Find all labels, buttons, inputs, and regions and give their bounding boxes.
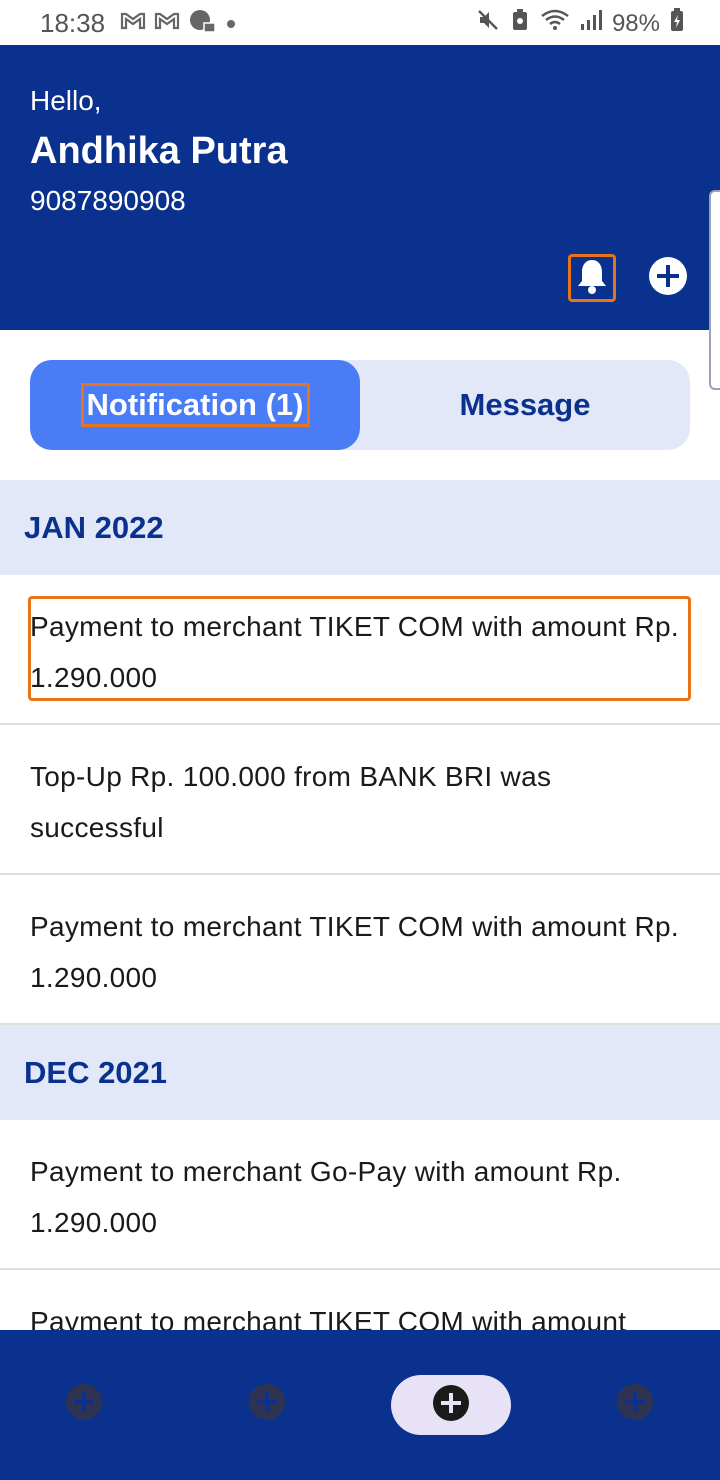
plus-circle-icon [648, 256, 688, 301]
notification-text: Payment to merchant TIKET COM with amoun… [30, 911, 679, 993]
notification-item[interactable]: Top-Up Rp. 100.000 from BANK BRI was suc… [0, 725, 720, 875]
battery-saver-icon [510, 8, 530, 39]
nav-item-2[interactable] [248, 1383, 286, 1426]
user-name: Andhika Putra [30, 130, 288, 172]
status-bar: 18:38 98% [0, 0, 720, 45]
notification-text: Top-Up Rp. 100.000 from BANK BRI was suc… [30, 761, 552, 843]
gmail-icon [154, 10, 180, 38]
notification-bell-button[interactable] [568, 254, 616, 302]
status-notification-icons [120, 8, 238, 40]
section-header: DEC 2021 [0, 1025, 720, 1120]
status-system-icons: 98% [476, 8, 684, 39]
bell-icon [575, 257, 609, 300]
nav-item-1[interactable] [65, 1383, 103, 1426]
plus-circle-icon [432, 1384, 470, 1427]
greeting-text: Hello, [30, 85, 102, 116]
tab-notification-label: Notification (1) [80, 383, 310, 427]
notification-item[interactable]: Payment to merchant TIKET COM with amoun… [0, 575, 720, 725]
notification-item[interactable]: Payment to merchant TIKET COM with amoun… [0, 875, 720, 1025]
notification-text: Payment to merchant Go-Pay with amount R… [30, 1156, 622, 1238]
tab-bar: Notification (1) Message [30, 360, 690, 450]
mute-icon [476, 8, 500, 39]
plus-circle-icon [65, 1383, 103, 1426]
status-time: 18:38 [40, 8, 106, 38]
tab-notification[interactable]: Notification (1) [30, 360, 360, 450]
dot-icon [224, 11, 238, 37]
selection-highlight [28, 596, 691, 701]
plus-circle-icon [248, 1383, 286, 1426]
bottom-navigation [0, 1330, 720, 1480]
battery-icon [670, 8, 684, 39]
section-header: JAN 2022 [0, 480, 720, 575]
tab-message-label: Message [459, 387, 591, 422]
nav-item-3-active[interactable] [391, 1375, 511, 1435]
scroll-handle[interactable] [709, 190, 720, 390]
wifi-icon [540, 8, 570, 39]
add-button[interactable] [648, 256, 688, 301]
plus-circle-icon [616, 1383, 654, 1426]
nav-item-4[interactable] [616, 1383, 654, 1426]
signal-icon [580, 8, 602, 39]
battery-percent: 98% [611, 9, 660, 37]
messenger-icon [188, 8, 216, 40]
tab-message[interactable]: Message [360, 360, 690, 450]
notification-item[interactable]: Payment to merchant Go-Pay with amount R… [0, 1120, 720, 1270]
profile-header: Hello, Andhika Putra 9087890908 [0, 45, 720, 330]
user-phone: 9087890908 [30, 185, 186, 216]
gmail-icon [120, 10, 146, 38]
